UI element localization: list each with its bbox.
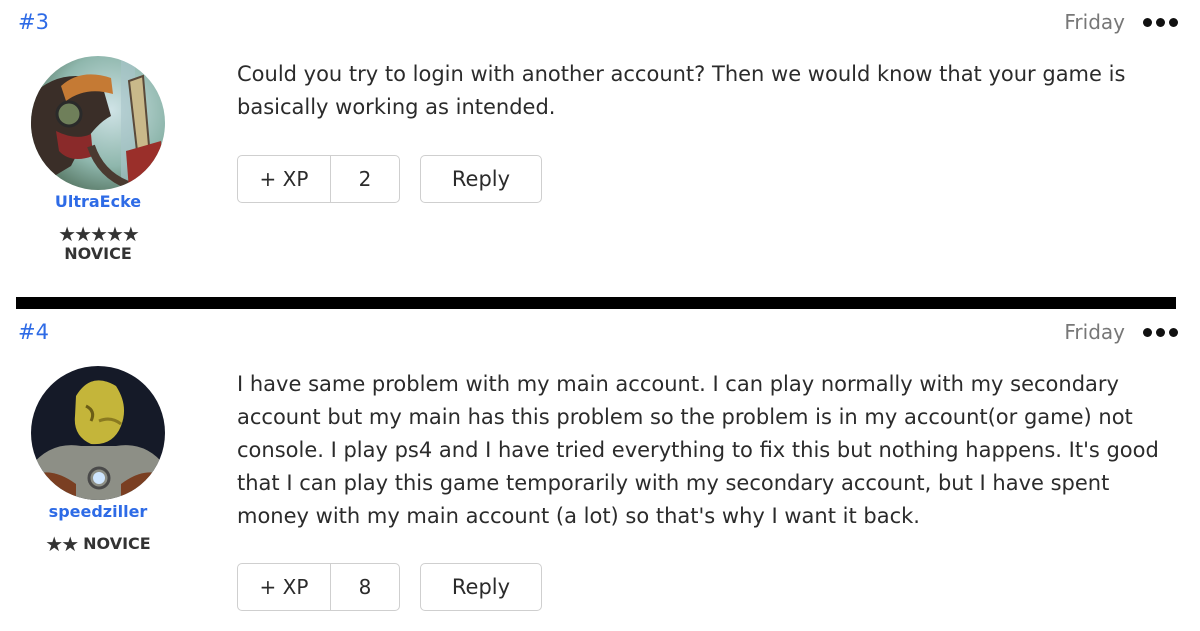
post-date: Friday [1064,320,1125,344]
give-xp-button[interactable]: + XP [238,564,331,610]
more-options-icon[interactable] [1143,17,1178,27]
xp-count: 8 [358,575,372,599]
rank-stars-icon: ★★★★★ [58,222,140,246]
post-body: I have same problem with my main account… [237,372,1159,528]
more-options-icon[interactable] [1143,327,1178,337]
reply-button[interactable]: Reply [420,155,542,203]
username-link[interactable]: speedziller [0,502,196,521]
post-meta: Friday [1064,10,1178,34]
post-divider [16,297,1176,309]
avatar[interactable] [31,56,165,190]
rank-label: NOVICE [64,244,132,263]
post-actions: + XP 8 Reply [237,563,542,611]
post-number[interactable]: #3 [18,10,49,34]
post-actions: + XP 2 Reply [237,155,542,203]
post-meta: Friday [1064,320,1178,344]
xp-control: + XP 2 [237,155,400,203]
post-number[interactable]: #4 [18,320,49,344]
username-link[interactable]: UltraEcke [0,192,196,211]
post-body: Could you try to login with another acco… [237,62,1126,119]
rank-stars-icon: ★★ [45,532,79,556]
user-rank: ★★ NOVICE [0,534,196,554]
post-date: Friday [1064,10,1125,34]
xp-count: 2 [358,167,372,191]
give-xp-button[interactable]: + XP [238,156,331,202]
user-rank: ★★★★★ NOVICE [0,224,196,264]
reply-button[interactable]: Reply [420,563,542,611]
avatar[interactable] [31,366,165,500]
rank-label: NOVICE [83,534,151,553]
xp-control: + XP 8 [237,563,400,611]
